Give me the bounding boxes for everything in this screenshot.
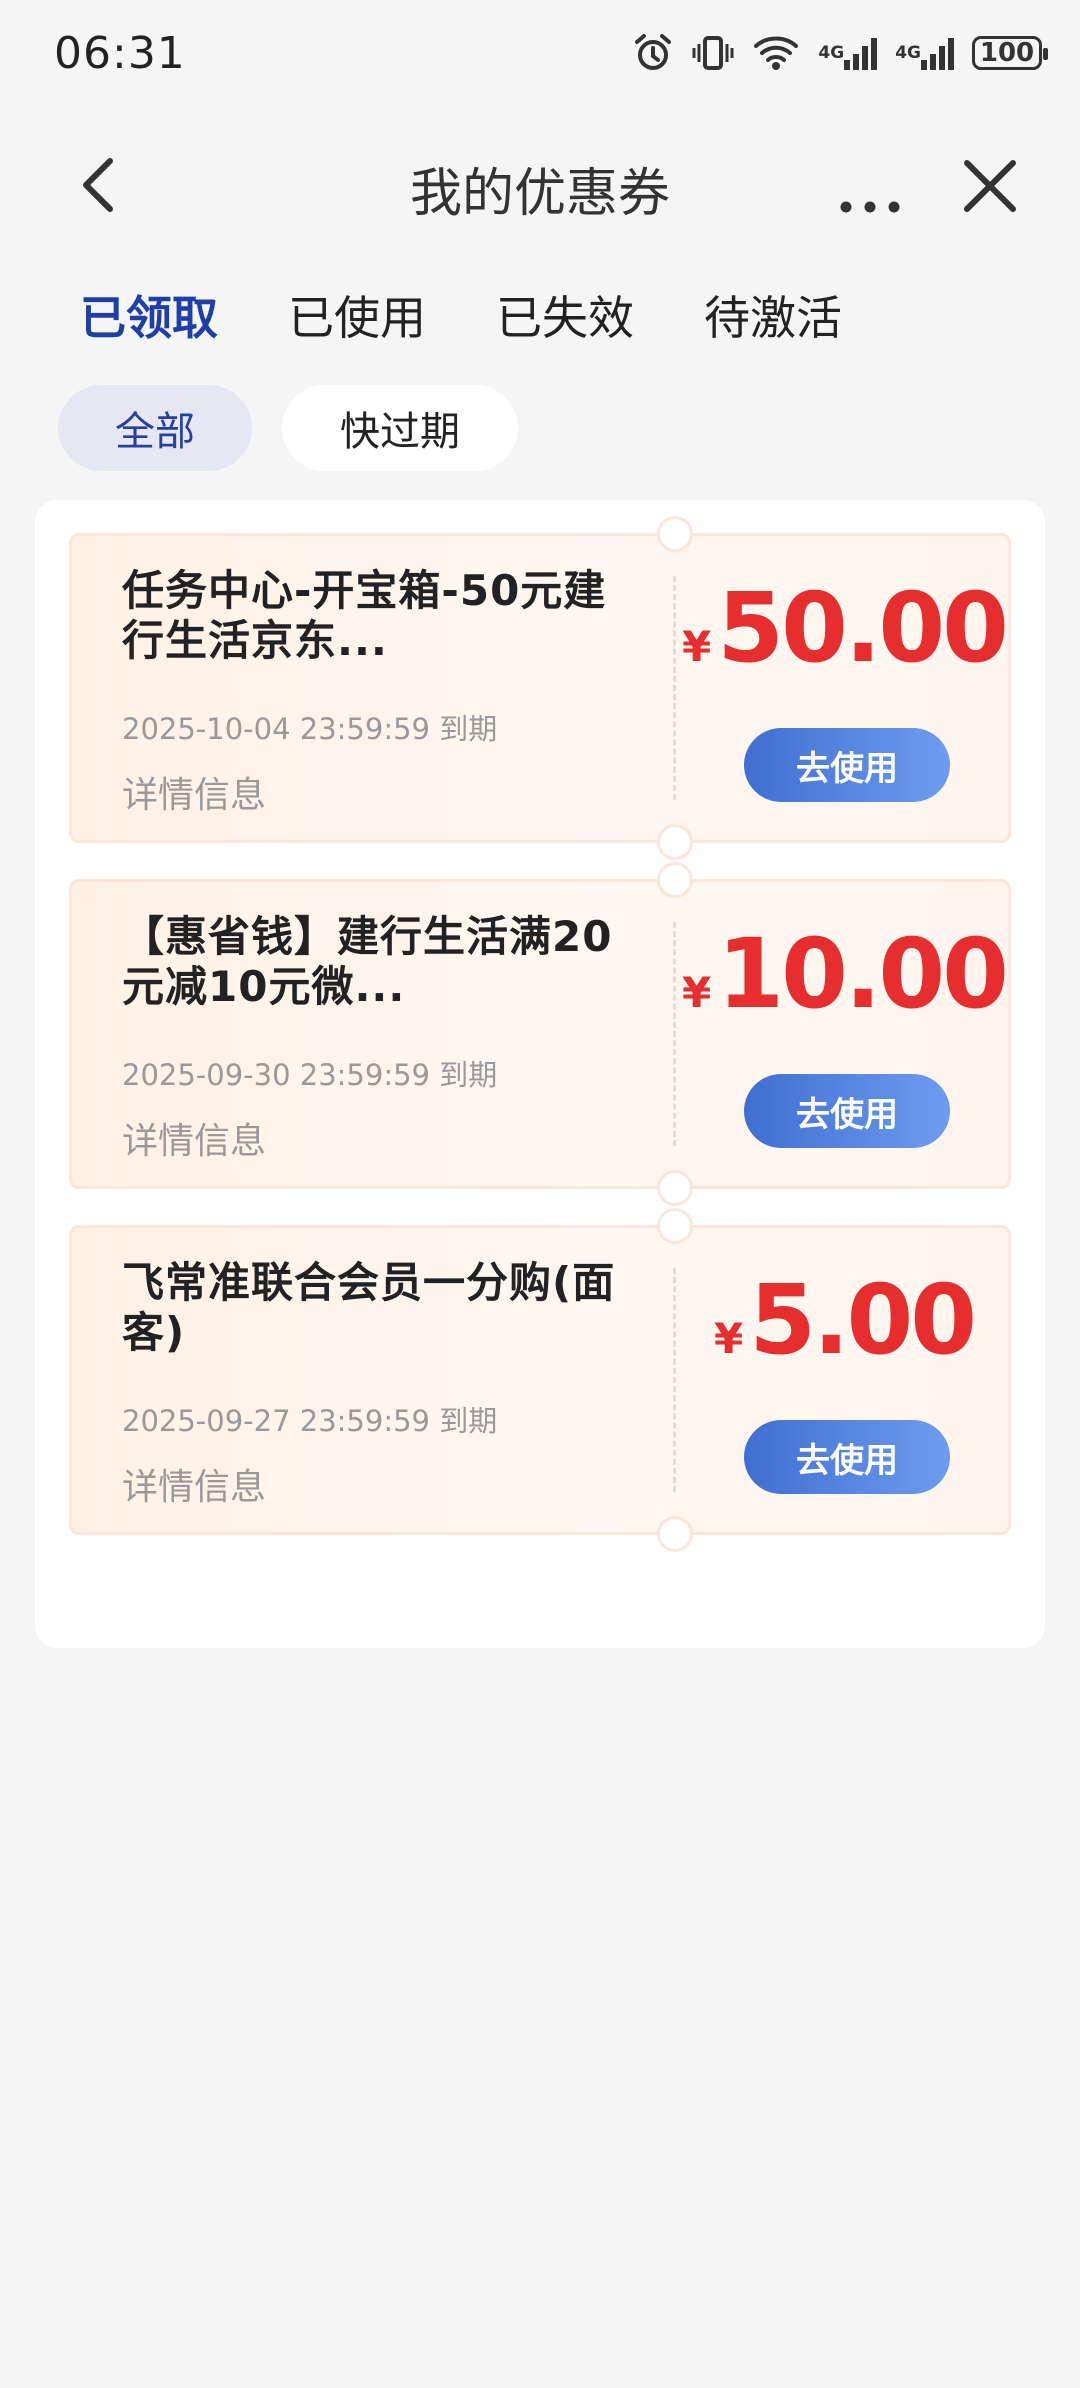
network-label: 4G [895, 43, 921, 63]
coupon-detail-link[interactable]: 详情信息 [122, 766, 266, 818]
use-coupon-button[interactable]: 去使用 [744, 1420, 950, 1494]
coupon-amount: ¥50.00 [674, 578, 1014, 697]
coupon-card[interactable]: 任务中心-开宝箱-50元建行生活京东... 2025-10-04 23:59:5… [69, 516, 1014, 860]
filter-chips: 全部 快过期 [58, 385, 518, 471]
alarm-icon [632, 30, 674, 76]
tab-expired[interactable]: 已失效 [496, 282, 634, 348]
coupon-notch [657, 1208, 693, 1244]
coupon-card[interactable]: 飞常准联合会员一分购(面客) 2025-09-27 23:59:59 到期 详情… [69, 1208, 1014, 1552]
coupon-amount-value: 10.00 [717, 918, 1009, 1030]
coupon-notch [657, 824, 693, 860]
status-bar: 06:31 4G 4G 100 [0, 0, 1080, 115]
coupon-amount: ¥10.00 [674, 924, 1014, 1043]
coupon-detail-link[interactable]: 详情信息 [122, 1458, 266, 1510]
tab-used[interactable]: 已使用 [288, 282, 426, 348]
coupon-expire-date: 2025-10-04 23:59:59 到期 [122, 712, 498, 746]
filter-all-chip[interactable]: 全部 [58, 385, 252, 471]
signal-icon: 4G [818, 30, 878, 76]
tab-pending[interactable]: 待激活 [704, 282, 842, 348]
page-title: 我的优惠券 [409, 164, 670, 224]
coupon-expire-date: 2025-09-30 23:59:59 到期 [122, 1058, 498, 1092]
use-coupon-button[interactable]: 去使用 [744, 728, 950, 802]
coupon-notch [657, 1170, 693, 1206]
coupon-notch [657, 862, 693, 898]
coupon-detail-link[interactable]: 详情信息 [122, 1112, 266, 1164]
currency-symbol: ¥ [682, 968, 712, 1017]
coupon-amount-value: 5.00 [749, 1264, 977, 1376]
coupon-title: 【惠省钱】建行生活满20元减10元微... [122, 912, 613, 1011]
more-icon[interactable] [830, 147, 910, 223]
signal-icon: 4G [895, 30, 954, 76]
currency-symbol: ¥ [682, 622, 712, 671]
coupon-status-tabs: 已领取 已使用 已失效 待激活 [80, 282, 912, 348]
close-icon[interactable] [955, 147, 1025, 223]
coupon-title: 飞常准联合会员一分购(面客) [122, 1258, 616, 1357]
coupon-notch [657, 516, 693, 552]
coupon-card[interactable]: 【惠省钱】建行生活满20元减10元微... 2025-09-30 23:59:5… [69, 862, 1014, 1206]
battery-level: 100 [972, 36, 1048, 70]
vibrate-icon [692, 30, 734, 76]
coupon-list: 任务中心-开宝箱-50元建行生活京东... 2025-10-04 23:59:5… [35, 500, 1045, 1648]
wifi-icon [752, 30, 800, 76]
coupon-expire-date: 2025-09-27 23:59:59 到期 [122, 1404, 498, 1438]
currency-symbol: ¥ [713, 1314, 744, 1363]
coupon-amount-value: 50.00 [717, 572, 1009, 684]
nav-bar: 我的优惠券 [0, 125, 1080, 245]
network-label: 4G [818, 43, 845, 63]
coupon-title: 任务中心-开宝箱-50元建行生活京东... [122, 566, 607, 665]
coupon-amount: ¥5.00 [674, 1270, 1014, 1389]
use-coupon-button[interactable]: 去使用 [744, 1074, 950, 1148]
tab-received[interactable]: 已领取 [80, 282, 218, 348]
status-icons: 4G 4G 100 [632, 30, 1048, 76]
battery-icon: 100 [972, 30, 1048, 76]
filter-expiring-chip[interactable]: 快过期 [282, 385, 518, 471]
coupon-notch [657, 1516, 693, 1552]
status-time: 06:31 [54, 28, 186, 79]
